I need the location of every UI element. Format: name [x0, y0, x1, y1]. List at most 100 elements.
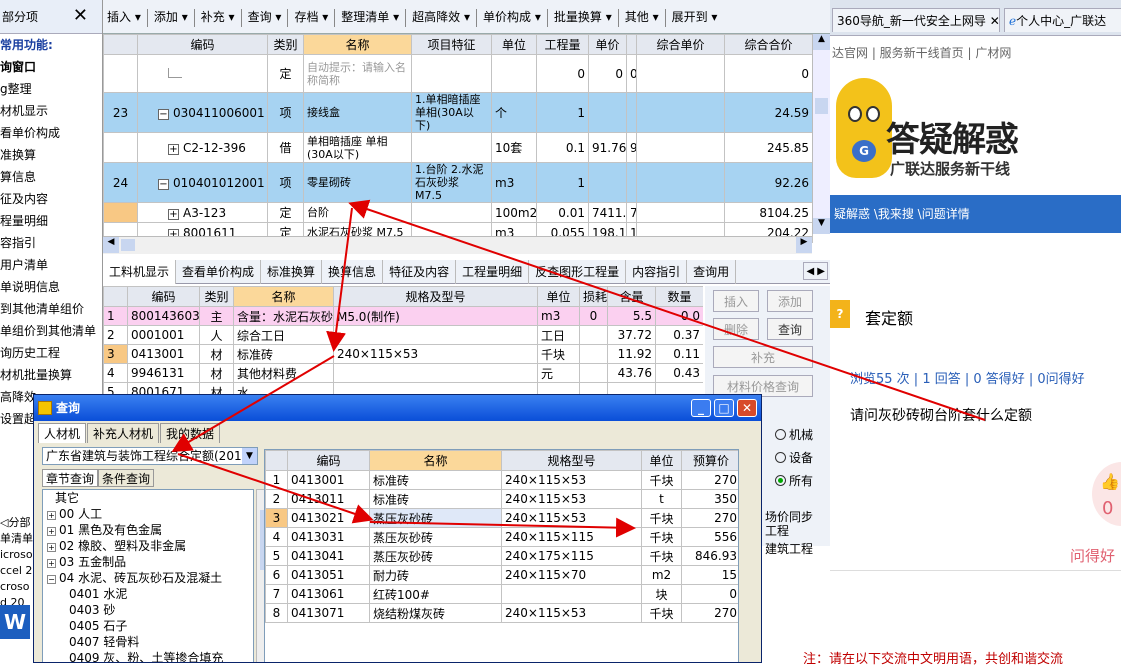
table-cell[interactable]: 项: [267, 162, 304, 203]
table-cell[interactable]: 0.1: [536, 132, 589, 163]
table-cell[interactable]: 0.0: [655, 306, 703, 326]
tree-node[interactable]: 0401 水泥: [43, 586, 253, 602]
table-cell[interactable]: 台阶: [303, 202, 412, 223]
minimize-icon[interactable]: _: [691, 399, 711, 417]
toolbar-button[interactable]: 查询 ▾: [244, 0, 286, 34]
tree-node[interactable]: 0407 轻骨料: [43, 634, 253, 650]
table-cell[interactable]: 8: [265, 603, 288, 623]
dialog-subtab[interactable]: 条件查询: [98, 469, 155, 487]
table-row[interactable]: 4 0413031 蒸压灰砂砖 240×115×115 千块 556: [265, 527, 738, 547]
table-cell[interactable]: 245.85: [724, 132, 813, 163]
table-cell[interactable]: 红砖100#: [369, 584, 502, 604]
tab-scroll-arrows[interactable]: ◀ ▶: [803, 262, 828, 280]
column-header[interactable]: 损耗: [579, 286, 608, 307]
delete-button[interactable]: 删除: [713, 318, 759, 340]
column-header[interactable]: 数量: [655, 286, 703, 307]
column-header[interactable]: 单位: [491, 34, 537, 55]
column-header[interactable]: 名称: [233, 286, 334, 307]
toolbar-button[interactable]: 超高降效 ▾: [408, 0, 474, 34]
radio-option[interactable]: 设备: [775, 447, 825, 470]
table-cell[interactable]: 0: [681, 584, 738, 604]
table-cell[interactable]: 37.72: [607, 325, 656, 345]
table-cell[interactable]: 91.76: [588, 132, 627, 163]
table-cell[interactable]: 材: [199, 344, 234, 364]
table-cell[interactable]: 0413001: [127, 344, 200, 364]
table-row[interactable]: 4 9946131 材其他材料费 元 43.76 0.43: [103, 363, 703, 383]
table-cell[interactable]: 项: [267, 92, 304, 133]
table-cell[interactable]: 100m2: [491, 202, 537, 223]
column-header[interactable]: 项目特征: [411, 34, 492, 55]
toolbar-button[interactable]: 存档 ▾: [290, 0, 332, 34]
table-cell[interactable]: [579, 325, 608, 345]
table-cell[interactable]: 0413071: [287, 603, 370, 623]
table-row[interactable]: 23−030411006001 项接线盒 1.单相暗插座单相(30A以下) 个 1 24.…: [103, 92, 813, 133]
dialog-tab[interactable]: 人材机: [38, 423, 87, 443]
dialog-title-bar[interactable]: 查询 _ □ ✕: [34, 395, 761, 421]
table-cell[interactable]: 270: [681, 508, 738, 528]
table-cell[interactable]: 千块: [641, 508, 682, 528]
table-cell[interactable]: 0: [626, 54, 637, 93]
table-cell[interactable]: 1.单相暗插座单相(30A以下): [411, 92, 492, 133]
detail-tab[interactable]: 查询用: [687, 260, 737, 284]
table-cell[interactable]: + C2-12-396: [137, 132, 268, 163]
table-cell[interactable]: [411, 132, 492, 163]
table-cell[interactable]: [626, 92, 637, 133]
tree-node[interactable]: 0405 石子: [43, 618, 253, 634]
table-cell[interactable]: [636, 132, 725, 163]
detail-tab[interactable]: 反查图形工程量: [529, 260, 627, 284]
close-icon[interactable]: ✕: [73, 5, 88, 26]
column-header[interactable]: 名称: [369, 450, 502, 471]
column-header[interactable]: [265, 450, 288, 471]
table-cell[interactable]: 0.11: [655, 344, 703, 364]
table-cell[interactable]: m3: [537, 306, 580, 326]
table-cell[interactable]: 耐力砖: [369, 565, 502, 585]
column-header[interactable]: 含量: [607, 286, 656, 307]
table-cell[interactable]: 4: [103, 363, 128, 383]
table-cell[interactable]: 0.37: [655, 325, 703, 345]
table-cell[interactable]: 240×115×53: [501, 489, 642, 509]
left-panel-item[interactable]: 容指引: [0, 232, 102, 254]
table-cell[interactable]: [579, 363, 608, 383]
expand-icon[interactable]: +: [168, 208, 179, 220]
left-panel-item[interactable]: 用户清单: [0, 254, 102, 276]
table-row[interactable]: 7 0413061 红砖100# 块 0: [265, 584, 738, 604]
table-cell[interactable]: 3: [103, 344, 128, 364]
table-cell[interactable]: 2: [265, 489, 288, 509]
column-header[interactable]: 单位: [641, 450, 682, 471]
left-panel-item[interactable]: 询历史工程: [0, 342, 102, 364]
table-cell[interactable]: [579, 344, 608, 364]
table-cell[interactable]: 单相暗插座 单相(30A以下): [303, 132, 412, 163]
dialog-subtab[interactable]: 章节查询: [42, 469, 99, 487]
table-cell[interactable]: 1: [536, 162, 589, 203]
table-cell[interactable]: 0413031: [287, 527, 370, 547]
browser-tab-360[interactable]: 360导航_新一代安全上网导 ✕: [832, 8, 1000, 32]
table-cell[interactable]: 千块: [641, 527, 682, 547]
table-cell[interactable]: [491, 54, 537, 93]
left-panel-item[interactable]: 单说明信息: [0, 276, 102, 298]
bill-grid-vscroll[interactable]: ▲ ▼: [812, 34, 830, 234]
tree-node[interactable]: 0403 砂: [43, 602, 253, 618]
column-header[interactable]: 编码: [287, 450, 370, 471]
table-row[interactable]: 5 0413041 蒸压灰砂砖 240×175×115 千块 846.93: [265, 546, 738, 566]
table-cell[interactable]: [333, 325, 538, 345]
table-cell[interactable]: 标准砖: [369, 470, 502, 490]
sync-label[interactable]: 场价同步 工程: [765, 510, 813, 538]
table-cell[interactable]: 15: [681, 565, 738, 585]
left-panel-item[interactable]: 材机显示: [0, 100, 102, 122]
expand-icon[interactable]: +: [47, 511, 56, 520]
toolbar-button[interactable]: 补充 ▾: [197, 0, 239, 34]
column-header[interactable]: 综合合价: [724, 34, 813, 55]
left-panel-item[interactable]: 常用功能:: [0, 34, 102, 56]
table-cell[interactable]: 千块: [641, 546, 682, 566]
toolbar-button[interactable]: 批量换算 ▾: [550, 0, 616, 34]
table-cell[interactable]: 3: [265, 508, 288, 528]
table-cell[interactable]: [626, 162, 637, 203]
table-cell[interactable]: [588, 162, 627, 203]
table-cell[interactable]: 4: [265, 527, 288, 547]
dialog-tab[interactable]: 我的数据: [160, 423, 221, 443]
left-panel-item[interactable]: 单组价到其他清单: [0, 320, 102, 342]
left-panel-item[interactable]: 到其他清单组价: [0, 298, 102, 320]
table-cell[interactable]: M5.0(制作): [333, 306, 538, 326]
left-panel-item[interactable]: 看单价构成: [0, 122, 102, 144]
table-cell[interactable]: 1.台阶 2.水泥石灰砂浆 M7.5: [411, 162, 492, 203]
